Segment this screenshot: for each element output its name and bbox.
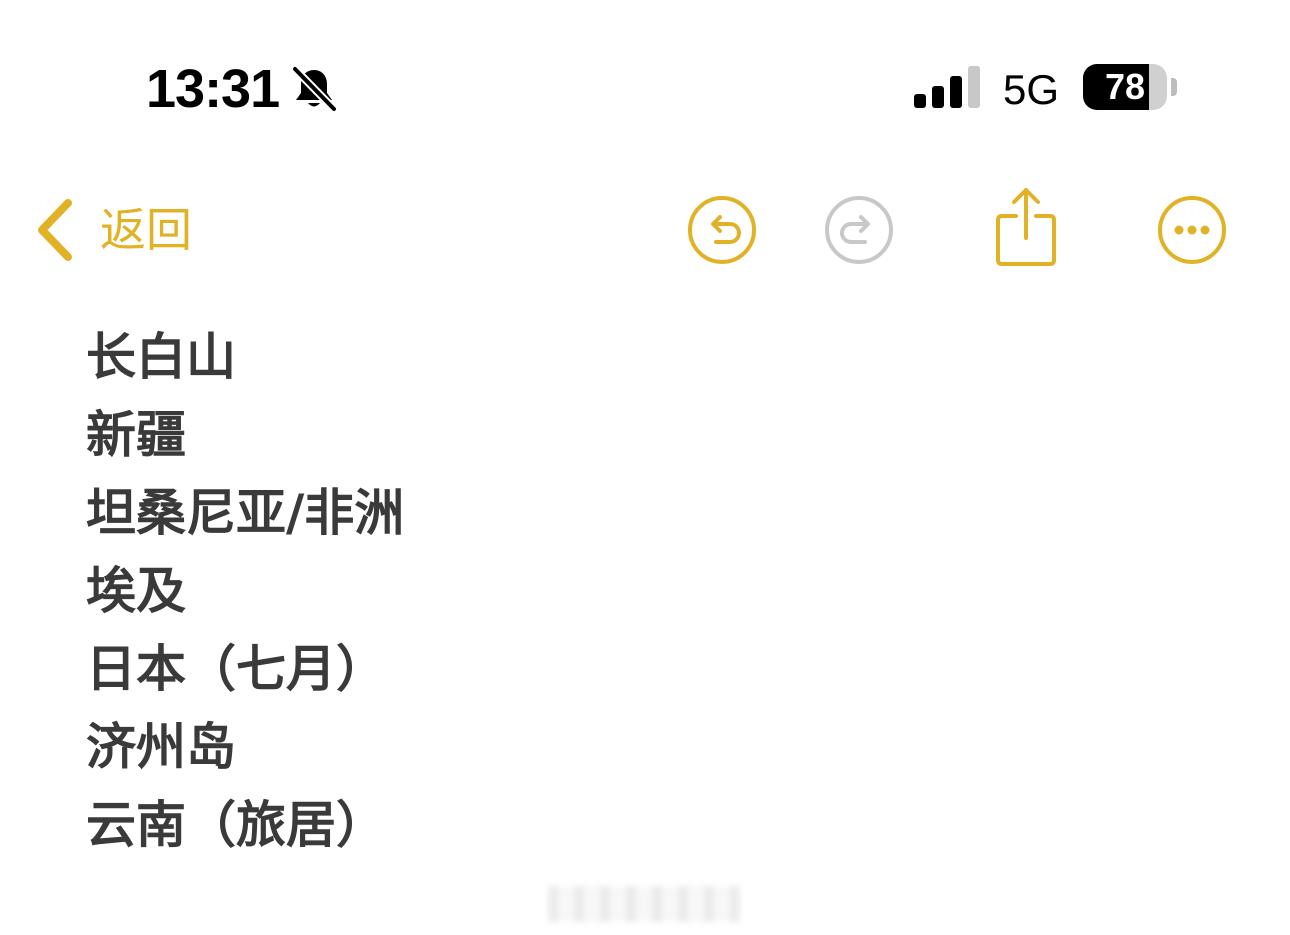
more-icon bbox=[1158, 196, 1226, 264]
note-line[interactable]: 济州岛 bbox=[86, 708, 1206, 786]
status-time: 13:31 bbox=[146, 59, 280, 119]
back-button[interactable]: 返回 bbox=[34, 192, 214, 268]
nav-bar: 返回 bbox=[0, 180, 1290, 280]
share-icon bbox=[996, 188, 1056, 266]
signal-icon bbox=[914, 66, 982, 108]
note-body[interactable]: 长白山 新疆 坦桑尼亚/非洲 埃及 日本（七月） 济州岛 云南（旅居） bbox=[86, 318, 1206, 864]
redo-button[interactable] bbox=[823, 194, 895, 266]
bell-slash-icon bbox=[290, 65, 338, 113]
network-type: 5G bbox=[1003, 66, 1060, 113]
note-line[interactable]: 云南（旅居） bbox=[86, 786, 1206, 864]
chevron-left-icon bbox=[38, 199, 72, 261]
battery-cap bbox=[1171, 78, 1177, 96]
blurred-watermark bbox=[548, 886, 740, 922]
redo-icon bbox=[825, 196, 893, 264]
undo-button[interactable] bbox=[686, 194, 758, 266]
note-line[interactable]: 日本（七月） bbox=[86, 630, 1206, 708]
more-button[interactable] bbox=[1156, 194, 1228, 266]
note-line[interactable]: 埃及 bbox=[86, 552, 1206, 630]
battery-percent: 78 bbox=[1104, 66, 1146, 107]
note-line[interactable]: 坦桑尼亚/非洲 bbox=[86, 474, 1206, 552]
undo-icon bbox=[688, 196, 756, 264]
battery-icon: 78 bbox=[1083, 64, 1167, 110]
share-button[interactable] bbox=[994, 186, 1058, 268]
note-line[interactable]: 长白山 bbox=[86, 318, 1206, 396]
back-label: 返回 bbox=[100, 203, 192, 257]
note-line[interactable]: 新疆 bbox=[86, 396, 1206, 474]
status-bar: 13:31 5G 78 bbox=[0, 0, 1290, 130]
